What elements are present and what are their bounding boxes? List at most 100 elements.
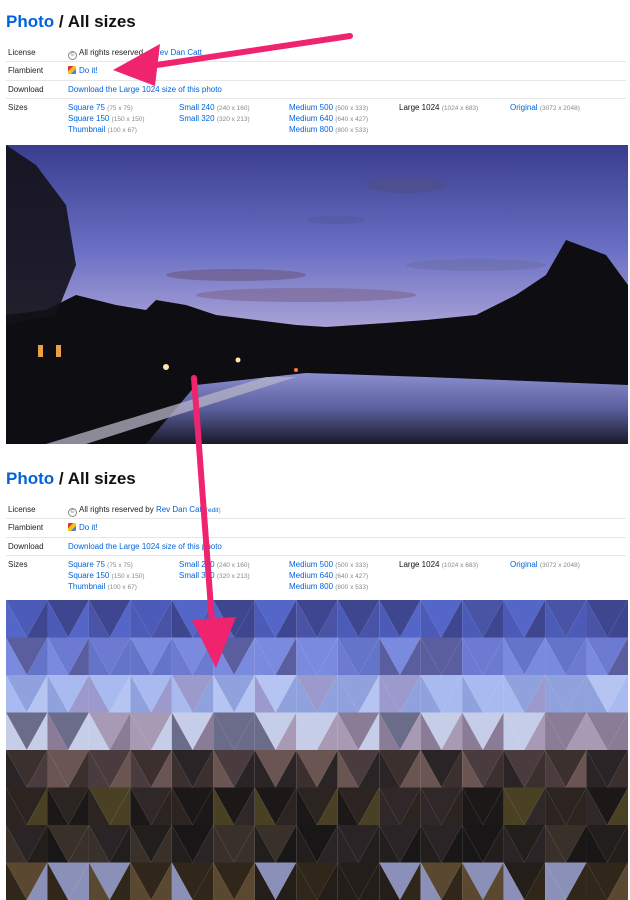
- copyright-icon: ©: [68, 51, 77, 60]
- flambient-icon: [68, 523, 76, 531]
- size-name[interactable]: Medium 500: [289, 560, 333, 569]
- size-dim: (150 x 150): [111, 573, 145, 580]
- flambient-do-it-link[interactable]: Do it!: [79, 523, 98, 532]
- license-text: All rights reserved: [79, 48, 144, 57]
- night-canal-photo: [6, 145, 628, 444]
- flambient-do-it-link[interactable]: Do it!: [79, 66, 98, 75]
- size-square-75[interactable]: Square 75 (75 x 75): [68, 560, 133, 569]
- download-row: Download Download the Large 1024 size of…: [6, 537, 626, 556]
- size-name[interactable]: Medium 640: [289, 571, 333, 580]
- size-dim: (320 x 213): [216, 573, 250, 580]
- size-name[interactable]: Medium 500: [289, 103, 333, 112]
- mosaic-image: [6, 600, 628, 900]
- size-dim: (150 x 150): [111, 116, 145, 123]
- size-small-320[interactable]: Small 320 (320 x 213): [179, 571, 250, 580]
- size-dim: (1024 x 683): [441, 105, 479, 112]
- sizes-row: Sizes Square 75 (75 x 75) Square 150 (15…: [6, 555, 626, 600]
- size-name[interactable]: Original: [510, 103, 538, 112]
- size-medium-500[interactable]: Medium 500 (500 x 333): [289, 560, 368, 569]
- flambient-label: Flambient: [8, 523, 44, 532]
- size-name[interactable]: Original: [510, 560, 538, 569]
- size-dim: (75 x 75): [107, 105, 133, 112]
- size-name[interactable]: Medium 800: [289, 582, 333, 591]
- size-name[interactable]: Small 240: [179, 103, 215, 112]
- size-name: Large 1024: [399, 103, 440, 112]
- download-link[interactable]: Download the Large 1024 size of this pho…: [68, 542, 222, 551]
- photo-link[interactable]: Photo: [6, 469, 54, 488]
- size-medium-800[interactable]: Medium 800 (800 x 533): [289, 125, 368, 134]
- size-thumbnail[interactable]: Thumbnail (100 x 67): [68, 125, 137, 134]
- size-dim: (240 x 160): [216, 562, 250, 569]
- size-medium-500[interactable]: Medium 500 (500 x 333): [289, 103, 368, 112]
- size-large-1024-current: Large 1024 (1024 x 683): [399, 560, 478, 569]
- size-dim: (320 x 213): [216, 116, 250, 123]
- night-canal-image: [6, 145, 628, 444]
- size-name[interactable]: Square 150: [68, 114, 109, 123]
- size-thumbnail[interactable]: Thumbnail (100 x 67): [68, 582, 137, 591]
- size-dim: (3072 x 2048): [539, 562, 580, 569]
- size-small-240[interactable]: Small 240 (240 x 160): [179, 103, 250, 112]
- size-medium-640[interactable]: Medium 640 (640 x 427): [289, 571, 368, 580]
- sizes-label: Sizes: [8, 560, 28, 569]
- size-name[interactable]: Square 75: [68, 103, 105, 112]
- size-name[interactable]: Small 320: [179, 571, 215, 580]
- size-name[interactable]: Medium 640: [289, 114, 333, 123]
- title-rest: / All sizes: [54, 469, 136, 488]
- size-name[interactable]: Thumbnail: [68, 582, 105, 591]
- sizes-grid: Square 75 (75 x 75) Square 150 (150 x 15…: [68, 103, 628, 139]
- license-edit-link[interactable]: edit: [208, 507, 218, 514]
- download-label: Download: [8, 542, 44, 551]
- license-author-link[interactable]: Rev Dan Catt: [154, 48, 202, 57]
- size-dim: (240 x 160): [216, 105, 250, 112]
- page-title: Photo / All sizes: [6, 12, 136, 32]
- flambient-action[interactable]: Do it!: [68, 66, 98, 75]
- size-medium-640[interactable]: Medium 640 (640 x 427): [289, 114, 368, 123]
- size-medium-800[interactable]: Medium 800 (800 x 533): [289, 582, 368, 591]
- license-row: License © All rights reserved by Rev Dan …: [6, 501, 626, 518]
- sizes-label: Sizes: [8, 103, 28, 112]
- size-original[interactable]: Original (3072 x 2048): [510, 103, 580, 112]
- flambient-row: Flambient Do it!: [6, 518, 626, 537]
- size-dim: (640 x 427): [335, 116, 369, 123]
- license-author-link[interactable]: Rev Dan Catt: [156, 505, 204, 514]
- photo-sizes-panel-original: Photo / All sizes License © All rights re…: [0, 0, 630, 445]
- sizes-row: Sizes Square 75 (75 x 75) Square 150 (15…: [6, 98, 626, 143]
- size-name[interactable]: Small 240: [179, 560, 215, 569]
- license-label: License: [8, 505, 36, 514]
- title-rest: / All sizes: [54, 12, 136, 31]
- triangulated-mosaic-photo: [6, 600, 628, 900]
- download-label: Download: [8, 85, 44, 94]
- size-square-75[interactable]: Square 75 (75 x 75): [68, 103, 133, 112]
- size-dim: (75 x 75): [107, 562, 133, 569]
- download-row: Download Download the Large 1024 size of…: [6, 80, 626, 99]
- size-dim: (3072 x 2048): [539, 105, 580, 112]
- sizes-grid: Square 75 (75 x 75) Square 150 (150 x 15…: [68, 560, 628, 596]
- flambient-action[interactable]: Do it!: [68, 523, 98, 532]
- size-dim: (1024 x 683): [441, 562, 479, 569]
- license-value: © All rights reserved by Rev Dan Catt (ed…: [68, 505, 221, 517]
- size-dim: (500 x 333): [335, 105, 369, 112]
- license-text: All rights reserved: [79, 505, 144, 514]
- page-title: Photo / All sizes: [6, 469, 136, 489]
- size-dim: (100 x 67): [107, 127, 137, 134]
- license-row: License © All rights reserved Rev Dan Cat…: [6, 44, 626, 61]
- size-small-320[interactable]: Small 320 (320 x 213): [179, 114, 250, 123]
- photo-link[interactable]: Photo: [6, 12, 54, 31]
- size-original[interactable]: Original (3072 x 2048): [510, 560, 580, 569]
- size-small-240[interactable]: Small 240 (240 x 160): [179, 560, 250, 569]
- size-name[interactable]: Small 320: [179, 114, 215, 123]
- photo-sizes-panel-flambient: Photo / All sizes License © All rights re…: [0, 457, 630, 900]
- size-dim: (800 x 533): [335, 127, 369, 134]
- size-name[interactable]: Medium 800: [289, 125, 333, 134]
- size-square-150[interactable]: Square 150 (150 x 150): [68, 571, 145, 580]
- flambient-icon: [68, 66, 76, 74]
- license-by: by: [145, 505, 154, 514]
- size-name[interactable]: Square 75: [68, 560, 105, 569]
- size-name[interactable]: Square 150: [68, 571, 109, 580]
- download-link[interactable]: Download the Large 1024 size of this pho…: [68, 85, 222, 94]
- size-dim: (500 x 333): [335, 562, 369, 569]
- size-large-1024-current: Large 1024 (1024 x 683): [399, 103, 478, 112]
- copyright-icon: ©: [68, 508, 77, 517]
- size-square-150[interactable]: Square 150 (150 x 150): [68, 114, 145, 123]
- size-name[interactable]: Thumbnail: [68, 125, 105, 134]
